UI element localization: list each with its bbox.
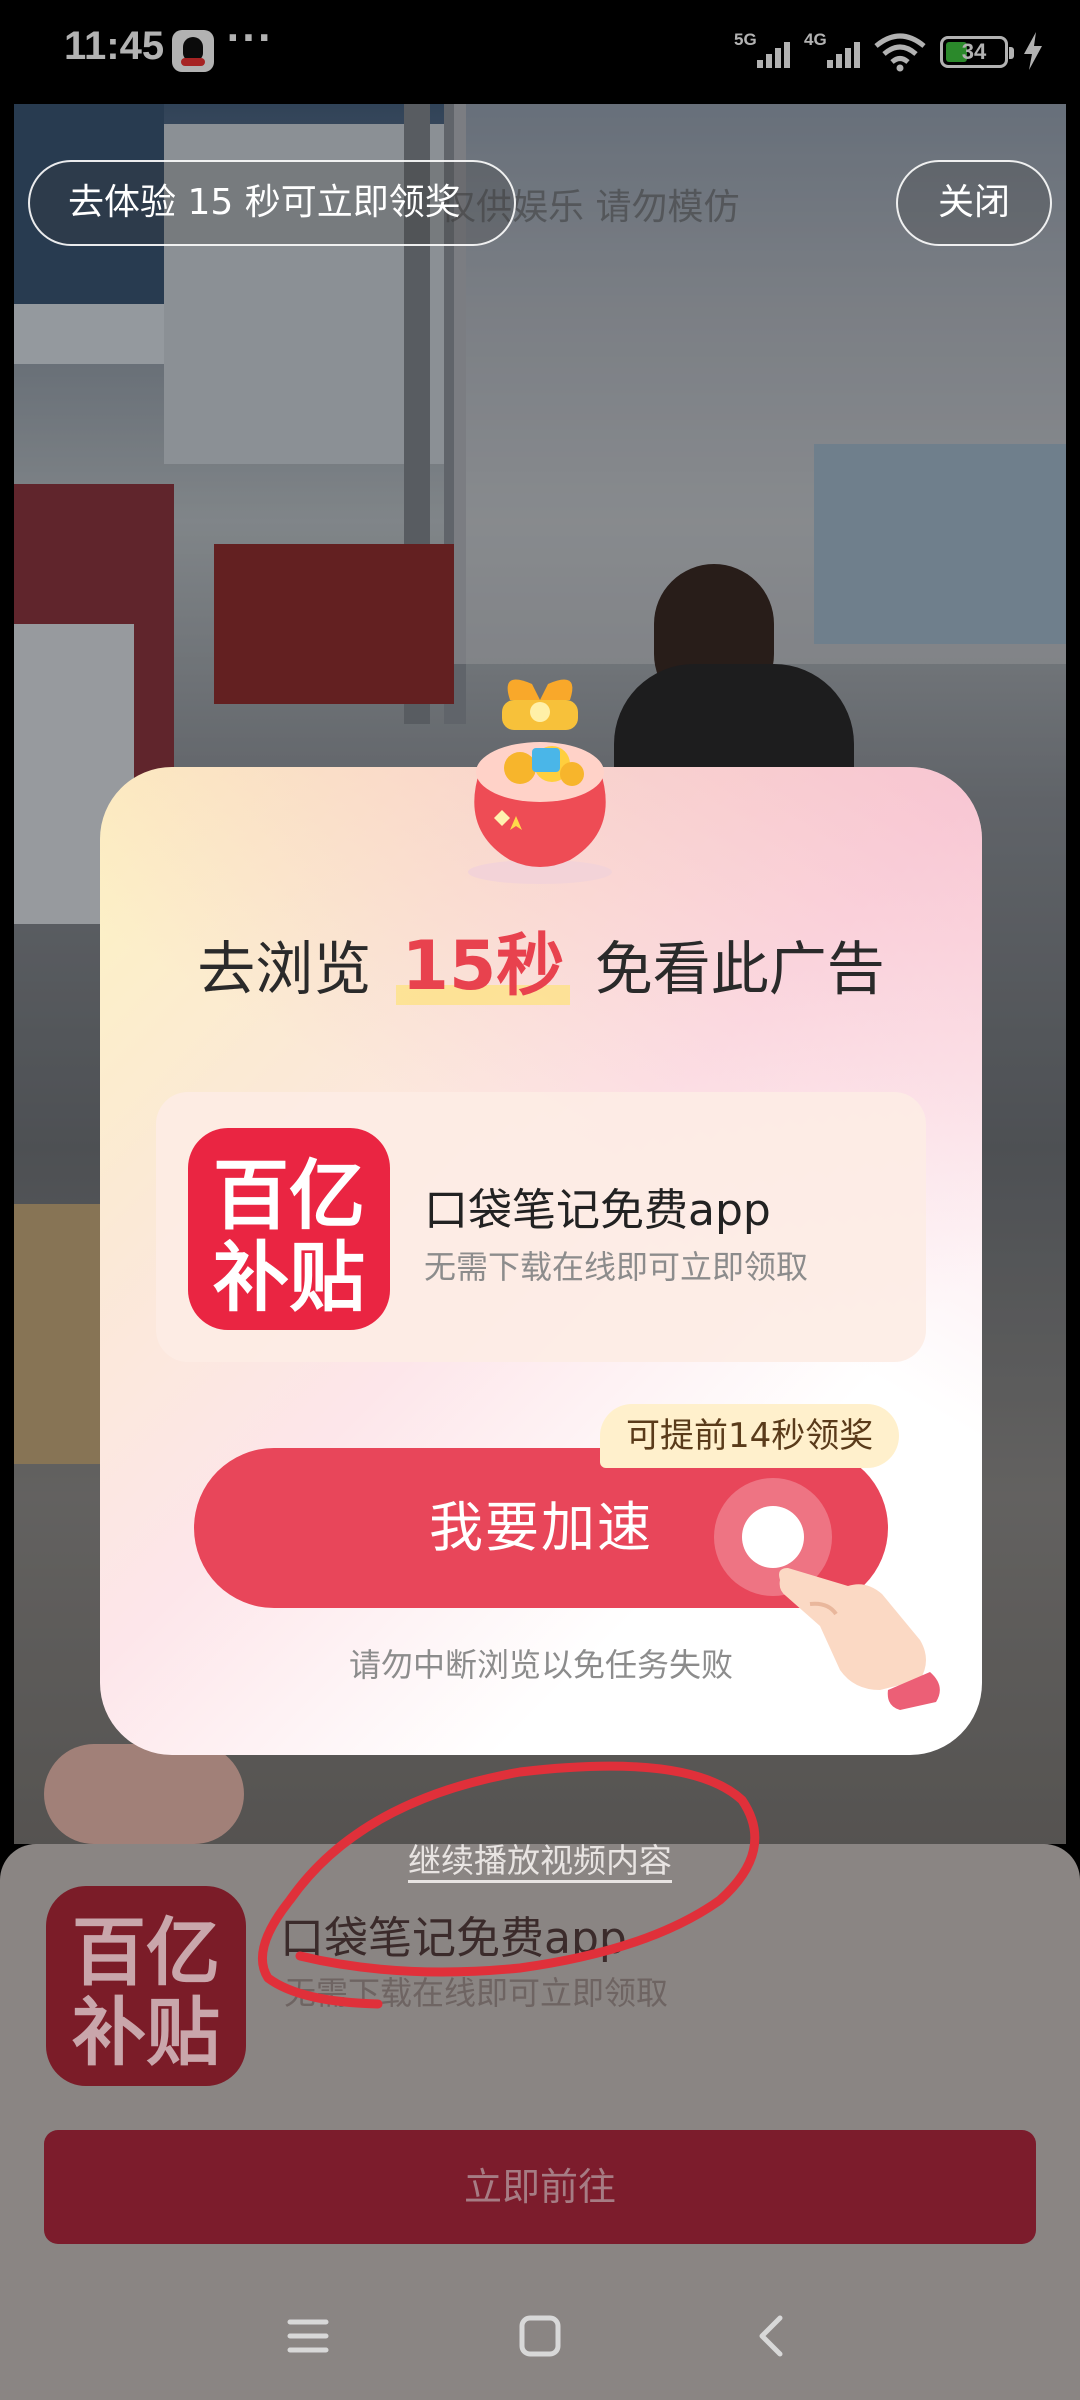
logo-line-1: 百亿 xyxy=(72,1910,220,1996)
ad-title: 口袋笔记免费app xyxy=(280,1913,627,1964)
close-button[interactable]: 关闭 xyxy=(896,160,1052,246)
treasure-jar-icon xyxy=(468,679,612,884)
headline-suffix: 免看此广告 xyxy=(594,935,885,1003)
logo-line-2: 补贴 xyxy=(72,1990,220,2076)
menu-icon[interactable] xyxy=(276,2304,340,2368)
reward-tag: 可提前14秒领奖 xyxy=(600,1404,900,1468)
logo-line-1: 百亿 xyxy=(213,1151,365,1240)
app-logo: 百亿 补贴 xyxy=(188,1128,390,1330)
app-subtitle: 无需下载在线即可立即领取 xyxy=(424,1248,809,1286)
app-title: 口袋笔记免费app xyxy=(424,1185,771,1236)
headline-seconds: 15秒 xyxy=(395,910,570,1009)
app-card[interactable]: 百亿 补贴 口袋笔记免费app 无需下载在线即可立即领取 xyxy=(156,1092,926,1362)
dialog-headline: 去浏览 15秒 免看此广告 xyxy=(100,910,982,1009)
logo-line-2: 补贴 xyxy=(213,1233,365,1322)
continue-video-link[interactable]: 继续播放视频内容 xyxy=(0,1834,1080,1882)
headline-prefix: 去浏览 xyxy=(197,935,372,1003)
app-logo[interactable]: 百亿 补贴 xyxy=(46,1886,246,2086)
pointing-hand-icon xyxy=(779,1568,940,1710)
go-now-button[interactable]: 立即前往 xyxy=(44,2130,1036,2244)
task-reward-pill[interactable]: 去体验 15 秒可立即领奖 xyxy=(28,160,516,246)
home-icon[interactable] xyxy=(508,2304,572,2368)
back-icon[interactable] xyxy=(740,2304,804,2368)
ad-subtitle: 无需下载在线即可立即领取 xyxy=(284,1974,669,2012)
system-nav-bar xyxy=(0,2270,1080,2400)
